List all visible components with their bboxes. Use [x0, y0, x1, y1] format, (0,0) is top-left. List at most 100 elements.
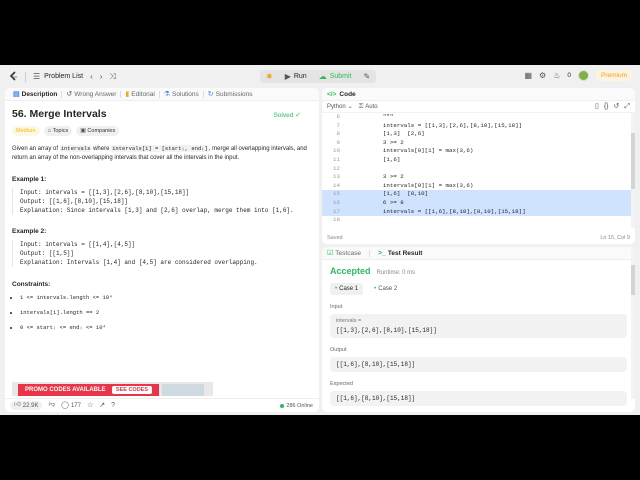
auto-mode-toggle[interactable]: ⚿ Auto — [359, 104, 378, 110]
submit-label: Submit — [329, 73, 352, 80]
bookmark-icon[interactable]: ▯ — [595, 103, 599, 110]
inline-code: intervals[i] = [startᵢ, endᵢ] — [111, 145, 209, 152]
problem-statement: Given an array of intervals where interv… — [12, 144, 308, 163]
case-1-tab[interactable]: • Case 1 — [330, 283, 364, 295]
ad-button[interactable]: SEE CODES — [111, 386, 152, 394]
line-code: intervals = [[1,6],[8,10],[8,10],[15,18]… — [369, 207, 526, 215]
avatar[interactable] — [577, 70, 589, 81]
scrollbar-thumb[interactable] — [631, 133, 635, 189]
runtime-text: Runtime: 0 ms — [376, 270, 416, 276]
layout-icon[interactable]: ▦ — [524, 71, 532, 80]
book-icon: ▮ — [125, 90, 130, 98]
submit-button[interactable]: ☁ Submit — [312, 70, 358, 83]
check-icon: • — [335, 286, 338, 292]
braces-icon[interactable]: {} — [604, 103, 609, 110]
tab-code[interactable]: Code — [339, 91, 355, 98]
leetcode-logo-icon[interactable] — [8, 71, 18, 82]
ad-banner[interactable]: PROMO CODES AVAILABLE SEE CODES — [12, 382, 213, 396]
notes-icon: ✎ — [363, 71, 371, 81]
help-icon[interactable]: ? — [111, 402, 115, 409]
companies-button[interactable]: ▣ Companies — [76, 126, 120, 136]
streak-icon[interactable]: ♨ — [553, 71, 560, 80]
expand-icon[interactable]: ⤢ — [624, 103, 630, 110]
line-code: [1,6] — [369, 155, 401, 163]
code-line[interactable]: 9 3 >= 2 — [322, 139, 635, 148]
case-2-tab[interactable]: • Case 2 — [369, 283, 402, 295]
bug-icon: ✸ — [266, 71, 273, 81]
difficulty-badge[interactable]: Medium — [12, 126, 40, 136]
output-value: [[1,6],[8,10],[15,18]] — [336, 361, 416, 368]
terminal-icon: >_ — [377, 249, 386, 257]
code-line[interactable]: 11 [1,6] — [322, 156, 635, 165]
code-line[interactable]: 7 intervals = [[1,3],[2,6],[8,10],[15,18… — [322, 122, 635, 131]
constraint-item: 1 <= intervals.length <= 10⁴ — [20, 294, 312, 301]
code-line[interactable]: 18 — [322, 216, 635, 225]
ad-text: PROMO CODES AVAILABLE — [25, 387, 106, 393]
share-icon[interactable]: ↗ — [99, 402, 105, 409]
code-line[interactable]: 13 3 >= 2 — [322, 173, 635, 182]
debug-button[interactable]: ✸ — [260, 70, 279, 83]
tab-description[interactable]: ▤ Description — [9, 88, 61, 101]
result-status: Accepted — [330, 266, 371, 276]
editor-actions: ▯ {} ↺ ⤢ — [595, 103, 630, 110]
line-code: 6 >= 8 — [369, 198, 404, 206]
settings-icon[interactable]: ⚙ — [539, 71, 546, 80]
app-window: ☰ Problem List ‹ › ⤨ ✸ ▶ Run ☁ Submit ✎ — [0, 65, 640, 415]
code-line[interactable]: 15 [1,6] [8,10] — [322, 190, 635, 199]
editor-scrollbar[interactable] — [631, 113, 635, 228]
line-number: 10 — [333, 147, 340, 155]
code-line[interactable]: 10 intervals[0][1] = max(3,6) — [322, 147, 635, 156]
problem-title: 56. Merge Intervals — [12, 108, 107, 120]
premium-button[interactable]: Premium — [595, 70, 632, 81]
history-icon: ↺ — [66, 90, 73, 98]
tab-submissions[interactable]: ↻ Submissions — [204, 88, 257, 101]
code-line[interactable]: 17 intervals = [[1,6],[8,10],[8,10],[15,… — [322, 207, 635, 217]
code-icon: </> — [327, 90, 337, 98]
prev-problem-icon[interactable]: ‹ — [90, 72, 93, 81]
problem-list-button[interactable]: ☰ Problem List — [33, 72, 83, 81]
next-problem-icon[interactable]: › — [100, 72, 103, 81]
code-line[interactable]: 6 """ — [322, 113, 635, 122]
shuffle-icon[interactable]: ⤨ — [109, 72, 115, 81]
like-button[interactable]: 👍︎ 22.9K — [10, 401, 43, 410]
ad-image[interactable] — [162, 384, 204, 396]
tab-submissions-label: Submissions — [215, 90, 253, 98]
comments-button[interactable]: ◯ 177 — [61, 402, 81, 409]
code-line[interactable]: 8 [1,3] [2,6] — [322, 130, 635, 139]
tab-test-result[interactable]: >_ Test Result — [378, 250, 423, 257]
notes-button[interactable]: ✎ — [357, 70, 377, 83]
result-scrollbar[interactable] — [631, 247, 635, 399]
code-line[interactable]: 12 — [322, 165, 635, 174]
code-line[interactable]: 14 intervals[0][1] = max(3,6) — [322, 182, 635, 191]
scrollbar-thumb[interactable] — [631, 265, 635, 295]
flask-icon: ⚗ — [163, 90, 171, 98]
line-number: 14 — [333, 181, 340, 189]
tab-solutions[interactable]: ⚗ Solutions — [160, 88, 203, 101]
line-code: intervals[0][1] = max(3,6) — [369, 181, 474, 189]
thumbs-down-icon[interactable]: 👎︎ — [48, 402, 55, 409]
online-dot — [280, 403, 285, 408]
lock-icon: ▣ — [80, 128, 86, 134]
online-count: 286 Online — [286, 402, 313, 409]
test-result: Accepted Runtime: 0 ms • Case 1 • Case 2… — [322, 260, 635, 412]
tab-wrong-answer[interactable]: ↺ Wrong Answer — [62, 88, 120, 101]
line-code: 3 >= 2 — [369, 138, 404, 146]
topics-button[interactable]: ⌂ Topics — [43, 126, 73, 136]
star-icon[interactable]: ☆ — [87, 402, 93, 409]
saved-status: Saved — [327, 235, 343, 241]
language-select[interactable]: Python ⌄ — [327, 104, 353, 110]
statement-text: Given an array of — [12, 146, 60, 152]
test-tab-bar: ☑ Testcase >_ Test Result — [322, 247, 635, 260]
tab-editorial-label: Editorial — [131, 90, 155, 98]
run-button[interactable]: ▶ Run — [278, 70, 313, 83]
reset-icon[interactable]: ↺ — [614, 103, 620, 110]
ad-content[interactable]: PROMO CODES AVAILABLE SEE CODES — [18, 384, 159, 396]
code-line[interactable]: 16 6 >= 8 — [322, 198, 635, 208]
code-editor[interactable]: 6 """ 7 intervals = [[1,3],[2,6],[8,10],[… — [322, 113, 635, 228]
inline-code: intervals — [59, 145, 92, 152]
tab-testcase[interactable]: ☑ Testcase — [327, 250, 361, 257]
example-1-title: Example 1: — [12, 176, 47, 183]
thumbs-up-icon: 👍︎ — [14, 401, 21, 409]
tab-editorial[interactable]: ▮ Editorial — [121, 88, 158, 101]
